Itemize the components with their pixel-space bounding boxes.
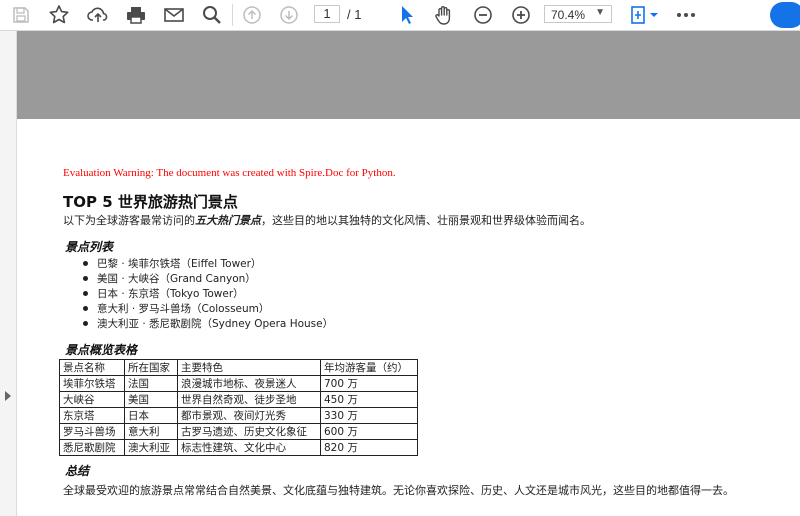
bookmark-star-icon[interactable] — [47, 3, 71, 27]
table-cell: 东京塔 — [59, 407, 125, 424]
table-cell: 标志性建筑、文化中心 — [177, 439, 321, 456]
save-icon[interactable] — [9, 3, 33, 27]
list-item: 日本 · 东京塔（Tokyo Tower） — [83, 286, 333, 301]
table-row: 东京塔 日本 都市景观、夜间灯光秀 330 万 — [59, 407, 418, 424]
table-header-cell: 所在国家 — [124, 359, 178, 376]
email-icon[interactable] — [162, 3, 186, 27]
table-row: 埃菲尔铁塔 法国 浪漫城市地标、夜景迷人 700 万 — [59, 375, 418, 392]
summary-paragraph: 全球最受欢迎的旅游景点常常结合自然美景、文化底蕴与独特建筑。无论你喜欢探险、历史… — [63, 484, 734, 497]
table-cell: 浪漫城市地标、夜景迷人 — [177, 375, 321, 392]
table-cell: 世界自然奇观、徒步圣地 — [177, 391, 321, 408]
document-page: Evaluation Warning: The document was cre… — [17, 119, 800, 516]
fit-page-icon[interactable] — [627, 3, 651, 27]
table-row: 悉尼歌剧院 澳大利亚 标志性建筑、文化中心 820 万 — [59, 439, 418, 456]
table-row: 罗马斗兽场 意大利 古罗马遗迹、历史文化象征 600 万 — [59, 423, 418, 440]
list-heading: 景点列表 — [65, 240, 114, 254]
list-item: 意大利 · 罗马斗兽场（Colosseum） — [83, 301, 333, 316]
table-cell: 820 万 — [320, 439, 418, 456]
left-panel-rail[interactable] — [0, 31, 17, 516]
table-cell: 日本 — [124, 407, 178, 424]
page-number-input[interactable]: 1 — [314, 5, 340, 23]
page-gap — [17, 31, 800, 119]
table-header-cell: 主要特色 — [177, 359, 321, 376]
share-button[interactable] — [770, 2, 800, 28]
page-down-icon[interactable] — [277, 3, 301, 27]
table-cell: 埃菲尔铁塔 — [59, 375, 125, 392]
more-icon[interactable] — [674, 3, 698, 27]
table-header-row: 景点名称 所在国家 主要特色 年均游客量（约） — [59, 359, 418, 376]
print-icon[interactable] — [124, 3, 148, 27]
table-cell: 大峡谷 — [59, 391, 125, 408]
table-cell: 法国 — [124, 375, 178, 392]
list-item: 美国 · 大峡谷（Grand Canyon） — [83, 271, 333, 286]
table-cell: 古罗马遗迹、历史文化象征 — [177, 423, 321, 440]
zoom-value: 70.4% — [551, 8, 586, 22]
intro-emphasis: 五大热门景点 — [195, 214, 261, 227]
select-pointer-icon[interactable] — [395, 3, 419, 27]
zoom-in-icon[interactable] — [509, 3, 533, 27]
fit-menu-chevron-icon[interactable] — [649, 3, 659, 27]
table-cell: 悉尼歌剧院 — [59, 439, 125, 456]
table-cell: 美国 — [124, 391, 178, 408]
list-item: 澳大利亚 · 悉尼歌剧院（Sydney Opera House） — [83, 316, 333, 331]
sights-table: 景点名称 所在国家 主要特色 年均游客量（约） 埃菲尔铁塔 法国 浪漫城市地标、… — [59, 359, 418, 456]
chevron-down-icon: ▼ — [595, 7, 605, 18]
table-heading: 景点概览表格 — [65, 343, 138, 357]
table-cell: 600 万 — [320, 423, 418, 440]
zoom-select[interactable]: 70.4% ▼ — [544, 5, 612, 23]
table-cell: 450 万 — [320, 391, 418, 408]
table-header-cell: 景点名称 — [59, 359, 125, 376]
search-zoom-icon[interactable] — [200, 3, 224, 27]
table-cell: 330 万 — [320, 407, 418, 424]
upload-cloud-icon[interactable] — [86, 3, 110, 27]
list-item: 巴黎 · 埃菲尔铁塔（Eiffel Tower） — [83, 256, 333, 271]
intro-paragraph: 以下为全球游客最常访问的五大热门景点，这些目的地以其独特的文化风情、壮丽景观和世… — [63, 214, 591, 227]
evaluation-warning: Evaluation Warning: The document was cre… — [63, 167, 396, 179]
page-count: / 1 — [347, 7, 362, 22]
sight-list: 巴黎 · 埃菲尔铁塔（Eiffel Tower） 美国 · 大峡谷（Grand … — [83, 256, 333, 331]
table-cell: 罗马斗兽场 — [59, 423, 125, 440]
summary-heading: 总结 — [65, 464, 90, 478]
page-up-icon[interactable] — [240, 3, 264, 27]
zoom-out-icon[interactable] — [471, 3, 495, 27]
document-viewer: Evaluation Warning: The document was cre… — [0, 31, 800, 516]
table-row: 大峡谷 美国 世界自然奇观、徒步圣地 450 万 — [59, 391, 418, 408]
table-header-cell: 年均游客量（约） — [320, 359, 418, 376]
document-title: TOP 5 世界旅游热门景点 — [63, 193, 238, 211]
toolbar: 1 / 1 70.4% ▼ — [0, 0, 800, 31]
table-cell: 都市景观、夜间灯光秀 — [177, 407, 321, 424]
expand-panel-icon[interactable] — [5, 391, 11, 401]
hand-pan-icon[interactable] — [432, 3, 456, 27]
toolbar-divider — [232, 4, 233, 26]
table-cell: 意大利 — [124, 423, 178, 440]
table-cell: 澳大利亚 — [124, 439, 178, 456]
table-cell: 700 万 — [320, 375, 418, 392]
